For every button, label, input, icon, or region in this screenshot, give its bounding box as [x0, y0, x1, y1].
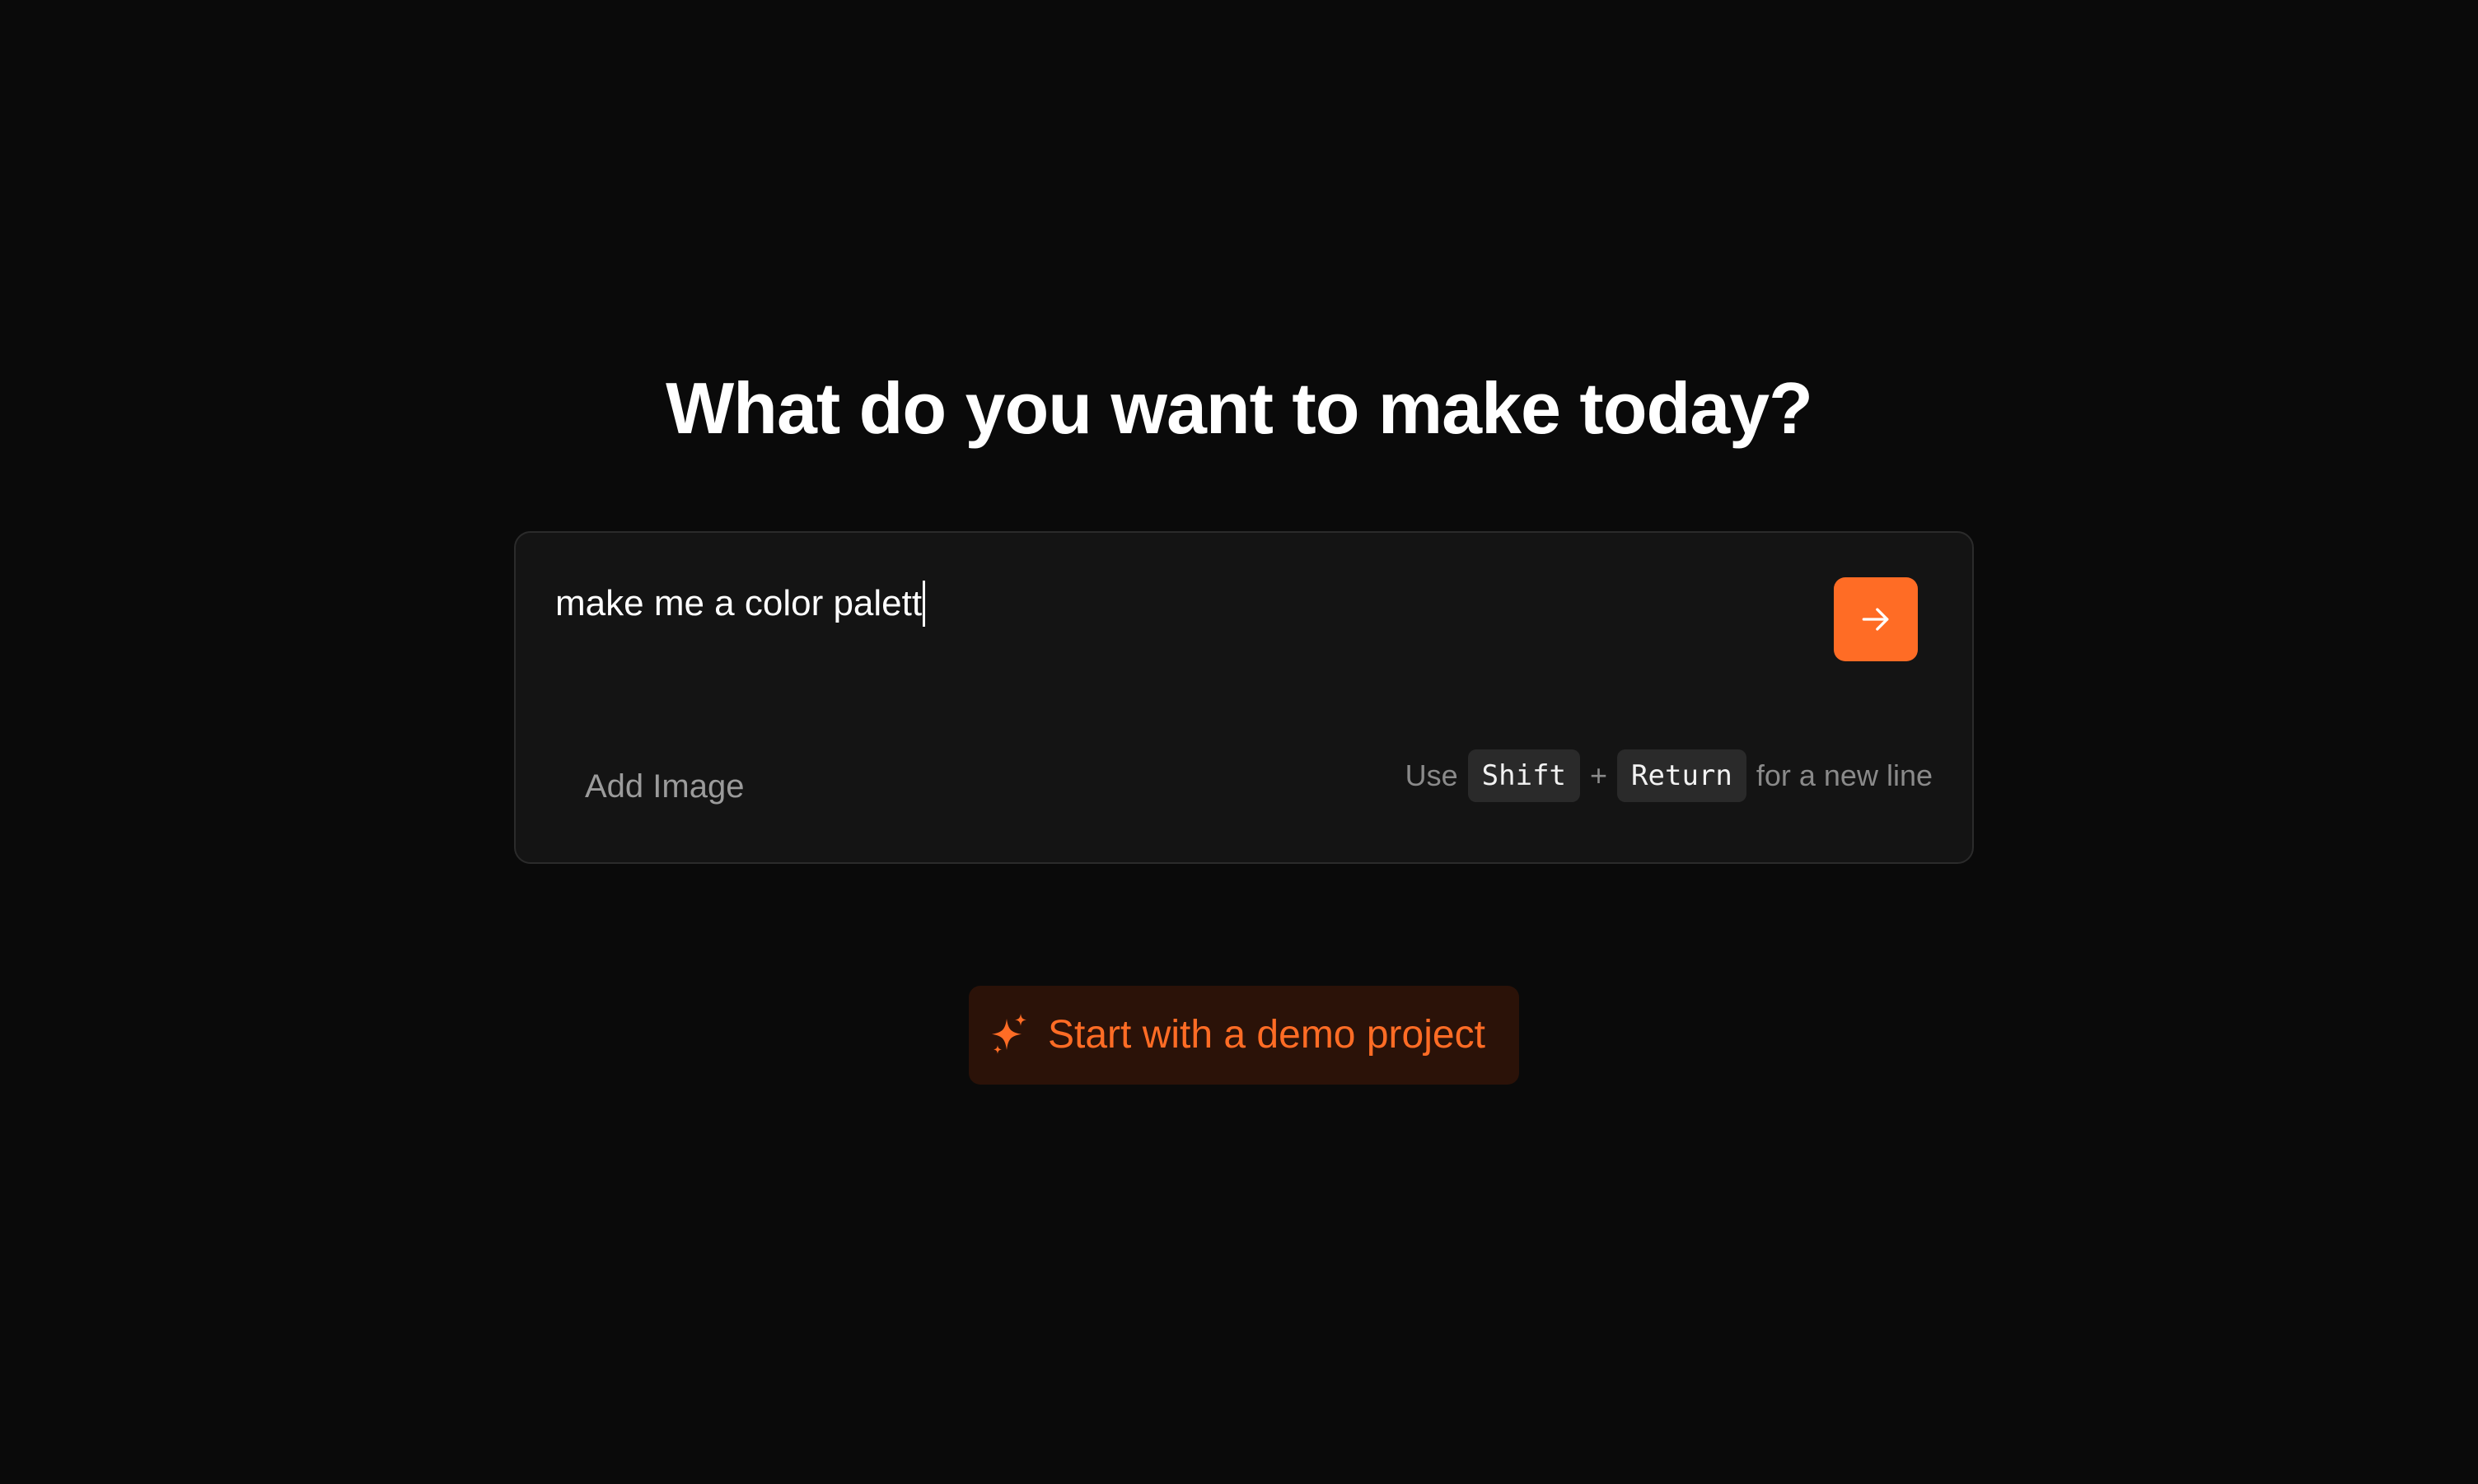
prompt-composer: make me a color palett Add Image Use Shi…	[514, 531, 1974, 864]
sparkle-icon	[989, 1012, 1030, 1058]
hint-plus: +	[1590, 758, 1608, 792]
start-demo-project-label: Start with a demo project	[1048, 1013, 1485, 1057]
page: What do you want to make today? make me …	[0, 0, 2478, 1484]
return-key-badge: Return	[1617, 749, 1746, 802]
page-title: What do you want to make today?	[666, 367, 1813, 449]
shift-key-badge: Shift	[1467, 749, 1581, 802]
newline-hint: Use Shift + Return for a new line	[1405, 749, 1933, 802]
add-image-button[interactable]: Add Image	[585, 763, 744, 810]
prompt-input-value[interactable]: make me a color palett	[555, 581, 922, 627]
hint-prefix: Use	[1405, 758, 1458, 792]
prompt-input[interactable]: make me a color palett	[555, 581, 926, 627]
start-demo-project-button[interactable]: Start with a demo project	[969, 986, 1519, 1085]
hint-suffix: for a new line	[1756, 758, 1933, 792]
text-caret	[923, 581, 926, 627]
send-button[interactable]	[1834, 577, 1918, 661]
arrow-right-icon	[1862, 608, 1889, 631]
